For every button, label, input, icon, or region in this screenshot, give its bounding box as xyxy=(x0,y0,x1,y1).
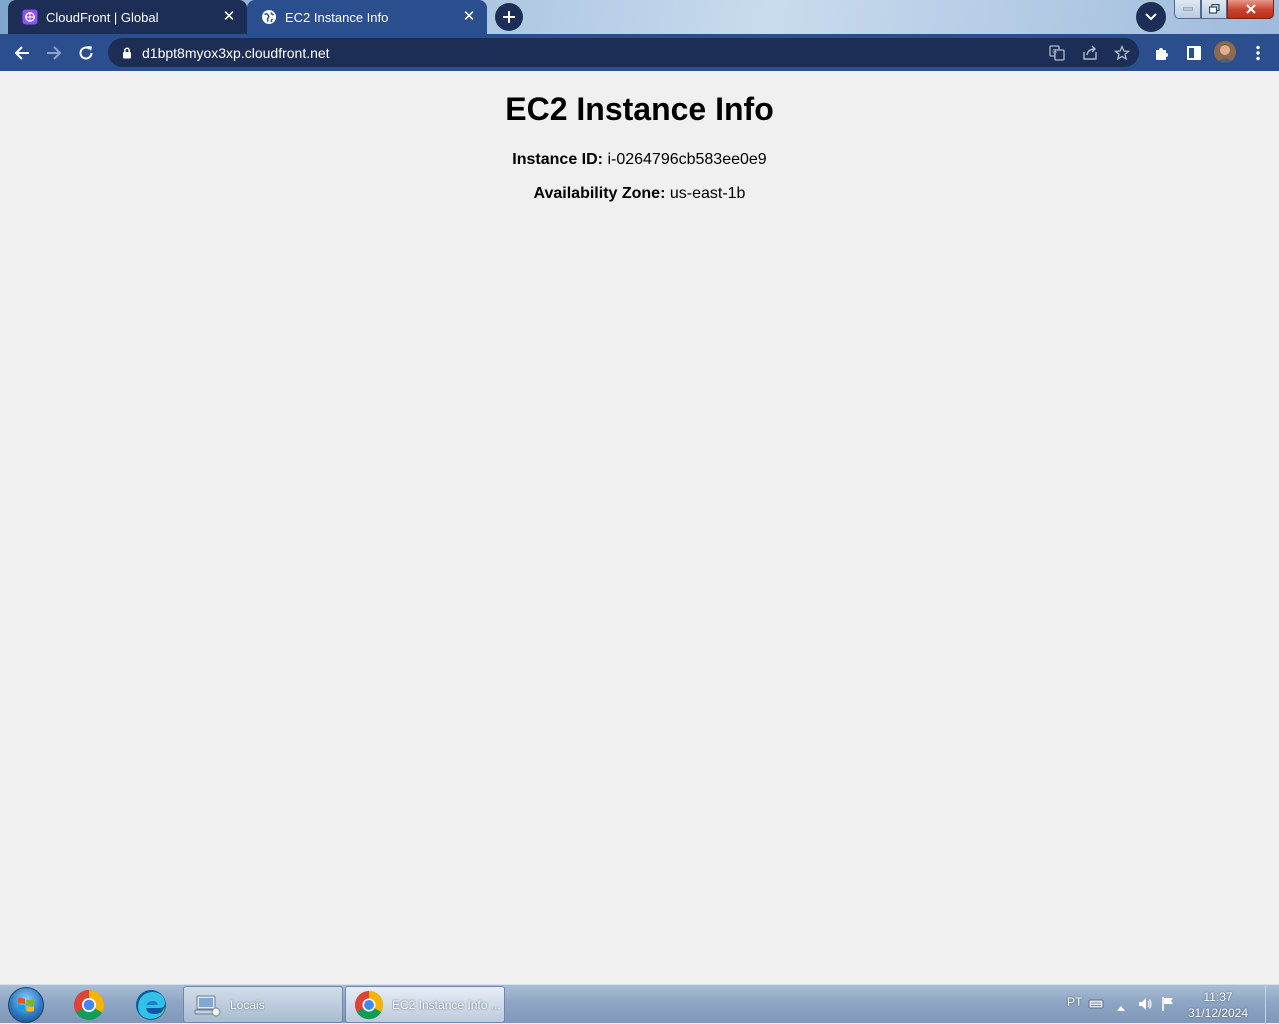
close-icon[interactable]: ✕ xyxy=(221,9,237,25)
minimize-icon xyxy=(1182,7,1193,11)
lock-icon[interactable] xyxy=(120,46,134,60)
windows-logo-icon xyxy=(18,997,34,1012)
keyboard-icon[interactable] xyxy=(1088,997,1104,1015)
restore-icon xyxy=(1208,4,1220,14)
url-text[interactable]: d1bpt8myox3xp.cloudfront.net xyxy=(142,45,1139,61)
taskbar-task-locais[interactable]: Locais xyxy=(183,986,343,1023)
arrow-left-icon xyxy=(14,46,29,60)
clock-time: 11:37 xyxy=(1203,990,1233,1004)
page-title: EC2 Instance Info xyxy=(505,91,774,127)
close-window-button[interactable] xyxy=(1227,0,1274,19)
edge-icon xyxy=(136,990,166,1020)
taskbar-chrome-button[interactable] xyxy=(63,987,115,1023)
plus-icon xyxy=(503,11,515,23)
translate-icon[interactable]: G xyxy=(1048,44,1066,62)
side-panel-icon xyxy=(1187,46,1201,60)
task-label: Locais xyxy=(230,997,265,1012)
restore-button[interactable] xyxy=(1201,0,1227,19)
tab-title: EC2 Instance Info xyxy=(285,9,389,25)
address-bar[interactable]: d1bpt8myox3xp.cloudfront.net G xyxy=(108,38,1139,67)
show-desktop-button[interactable] xyxy=(1265,985,1279,1024)
globe-icon xyxy=(261,9,277,25)
reload-icon xyxy=(79,46,93,60)
availability-zone-value: us-east-1b xyxy=(669,185,746,202)
tab-title: CloudFront | Global xyxy=(46,9,159,25)
chevron-down-icon xyxy=(1145,13,1157,21)
language-indicator[interactable]: PT xyxy=(1067,995,1082,1009)
profile-avatar-icon xyxy=(1214,41,1236,63)
window-controls xyxy=(1174,0,1274,20)
tab-cloudfront[interactable]: CloudFront | Global ✕ xyxy=(8,0,247,34)
taskbar-edge-button[interactable] xyxy=(125,987,177,1023)
minimize-button[interactable] xyxy=(1174,0,1201,19)
title-bar: CloudFront | Global ✕ EC2 Instance Info … xyxy=(0,0,1279,35)
action-center-flag-icon[interactable] xyxy=(1160,996,1176,1017)
show-hidden-icons-icon[interactable] xyxy=(1116,999,1126,1017)
browser-toolbar: d1bpt8myox3xp.cloudfront.net G xyxy=(0,34,1279,71)
arrow-right-icon xyxy=(47,46,62,60)
forward-button[interactable] xyxy=(41,40,67,66)
instance-id-row: Instance ID: i-0264796cb583ee0e9 xyxy=(0,151,1279,169)
back-button[interactable] xyxy=(9,40,35,66)
avatar[interactable] xyxy=(1214,41,1236,63)
svg-text:G: G xyxy=(1052,49,1057,56)
reload-button[interactable] xyxy=(73,40,99,66)
clock[interactable]: 11:37 31/12/2024 xyxy=(1183,989,1253,1021)
task-label: EC2 Instance Info ... xyxy=(392,997,501,1012)
instance-id-label: Instance ID: xyxy=(512,151,603,168)
more-vertical-icon xyxy=(1256,45,1260,61)
chrome-icon xyxy=(73,990,105,1021)
volume-icon[interactable] xyxy=(1137,996,1153,1017)
star-icon[interactable] xyxy=(1113,44,1131,62)
close-icon[interactable]: ✕ xyxy=(461,9,477,25)
taskbar: Locais EC2 Instance Info ... PT 11:37 31… xyxy=(0,984,1279,1024)
extensions-button[interactable] xyxy=(1149,40,1175,66)
start-button[interactable] xyxy=(8,987,44,1023)
cloudfront-icon xyxy=(22,9,38,25)
new-tab-button[interactable] xyxy=(495,3,523,31)
tab-search-button[interactable] xyxy=(1136,2,1166,32)
availability-zone-row: Availability Zone: us-east-1b xyxy=(0,185,1279,203)
menu-button[interactable] xyxy=(1245,40,1271,66)
share-icon[interactable] xyxy=(1081,44,1099,62)
instance-id-value: i-0264796cb583ee0e9 xyxy=(607,151,767,168)
puzzle-icon xyxy=(1156,48,1168,60)
availability-zone-label: Availability Zone: xyxy=(533,185,666,202)
tab-ec2-instance-info[interactable]: EC2 Instance Info ✕ xyxy=(247,0,487,34)
clock-date: 31/12/2024 xyxy=(1187,1006,1249,1020)
chrome-icon xyxy=(354,990,384,1019)
page-content: EC2 Instance Info Instance ID: i-0264796… xyxy=(0,71,1279,984)
taskbar-task-ec2-instance-info[interactable]: EC2 Instance Info ... xyxy=(345,986,505,1023)
side-panel-button[interactable] xyxy=(1181,40,1207,66)
system-tray: PT 11:37 31/12/2024 xyxy=(1059,985,1279,1024)
close-icon xyxy=(1245,4,1256,14)
network-computer-icon xyxy=(194,995,221,1016)
